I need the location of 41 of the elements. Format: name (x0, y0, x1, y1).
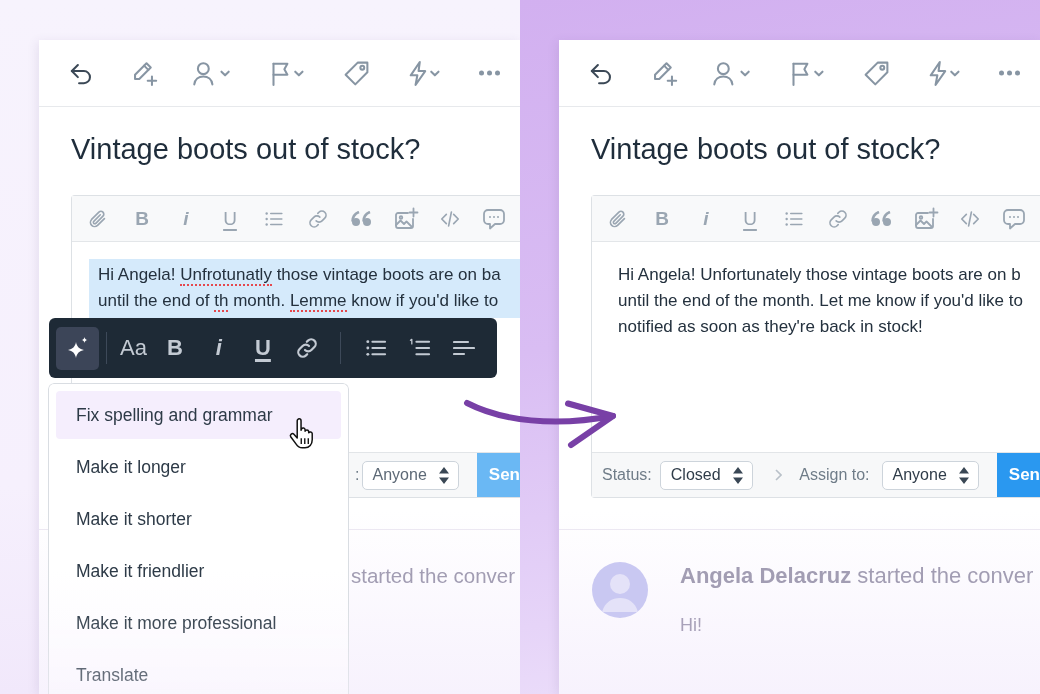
quote-icon[interactable] (871, 210, 893, 227)
comment-icon[interactable] (1002, 207, 1026, 230)
message-field[interactable]: Hi Angela! Unfortunately those vintage boots are on b until the end of the month. Let me know if you'd like to notified as soon as they're back in stock! (609, 259, 1040, 344)
align-left-icon[interactable] (452, 340, 475, 356)
menu-item[interactable]: Translate (56, 651, 341, 694)
activity-message: Hi! (680, 614, 703, 637)
menu-item[interactable]: Make it shorter (56, 495, 341, 543)
updown-arrows-icon (732, 466, 743, 484)
comment-icon[interactable] (482, 207, 506, 230)
bullet-list-icon[interactable] (364, 338, 387, 358)
chevron-right-icon (774, 469, 782, 481)
message-field[interactable]: Hi Angela! Unfrotunatly those vintage boots are on ba until the end of th month. Lemme know if you'd like to (89, 259, 520, 318)
assignee-select[interactable]: Anyone (881, 460, 979, 490)
hand-cursor-icon (288, 418, 316, 451)
image-plus-icon[interactable] (393, 206, 419, 231)
updown-arrows-icon (438, 466, 449, 484)
ticket-title: Vintage boots out of stock? (591, 132, 942, 166)
more-icon[interactable] (996, 69, 1022, 77)
numbered-list-icon[interactable] (408, 338, 431, 358)
ticket-title: Vintage boots out of stock? (71, 132, 422, 166)
image-plus-icon[interactable] (913, 206, 939, 231)
assignee-select[interactable]: Anyone (361, 460, 459, 490)
assign-label: : (355, 466, 360, 484)
ai-button[interactable] (56, 326, 99, 370)
avatar (592, 562, 648, 618)
bold-button[interactable]: B (164, 335, 185, 361)
text-style-button[interactable]: Aa (120, 335, 147, 361)
quote-icon[interactable] (351, 210, 373, 227)
italic-button[interactable]: i (208, 335, 229, 361)
activity-text: started the conver (351, 563, 516, 589)
updown-arrows-icon (958, 466, 969, 484)
status-select[interactable]: Closed (659, 460, 753, 490)
status-label: Status: (602, 466, 652, 484)
more-icon[interactable] (476, 69, 502, 77)
assign-label: Assign to: (799, 466, 870, 484)
menu-item[interactable]: Make it friendlier (56, 547, 341, 595)
link-icon[interactable] (294, 336, 319, 360)
menu-item[interactable]: Make it more professional (56, 599, 341, 647)
menu-item[interactable]: Make it longer (56, 443, 341, 491)
underline-button[interactable]: U (252, 335, 273, 361)
activity-text: Angela Delacruz started the conver (680, 563, 1034, 589)
